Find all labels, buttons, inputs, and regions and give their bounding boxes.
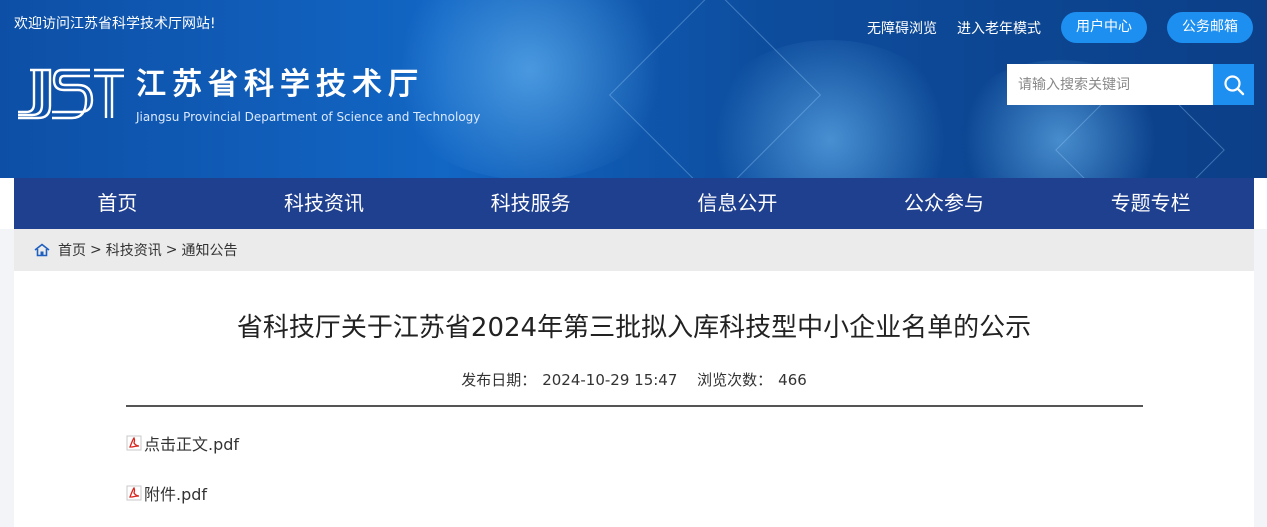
search-button[interactable] xyxy=(1213,64,1254,105)
attachment-main-label: 点击正文.pdf xyxy=(144,435,240,454)
logo-subtitle: Jiangsu Provincial Department of Science… xyxy=(136,110,481,124)
logo-text: 江苏省科学技术厅 Jiangsu Provincial Department o… xyxy=(136,66,480,124)
view-count: 466 xyxy=(778,371,807,389)
publish-date-label: 发布日期： xyxy=(461,371,537,389)
search-icon xyxy=(1223,74,1244,95)
nav-item-topics[interactable]: 专题专栏 xyxy=(1047,178,1254,229)
jst-logo-icon xyxy=(18,68,124,120)
top-links: 无障碍浏览 进入老年模式 用户中心 公务邮箱 xyxy=(867,12,1253,43)
divider xyxy=(126,405,1143,407)
pdf-icon xyxy=(126,485,142,501)
main-nav: 首页 科技资讯 科技服务 信息公开 公众参与 专题专栏 xyxy=(14,178,1254,229)
nav-item-services[interactable]: 科技服务 xyxy=(427,178,634,229)
page-background-right xyxy=(1254,229,1267,527)
search-box xyxy=(1007,64,1254,105)
welcome-text: 欢迎访问江苏省科学技术厅网站! xyxy=(14,16,216,32)
breadcrumb-separator: > xyxy=(90,242,102,258)
elderly-mode-link[interactable]: 进入老年模式 xyxy=(957,18,1041,38)
search-input[interactable] xyxy=(1007,64,1213,105)
nav-item-disclosure[interactable]: 信息公开 xyxy=(634,178,841,229)
home-icon xyxy=(34,243,50,257)
accessibility-link[interactable]: 无障碍浏览 xyxy=(867,18,937,38)
view-count-label: 浏览次数： xyxy=(697,371,773,389)
breadcrumb-separator: > xyxy=(165,242,178,258)
attachment-appendix-label: 附件.pdf xyxy=(144,485,208,504)
user-center-button[interactable]: 用户中心 xyxy=(1061,12,1147,43)
attachment-appendix[interactable]: 附件.pdf xyxy=(126,481,207,505)
logo-title: 江苏省科学技术厅 xyxy=(136,67,424,102)
breadcrumb-news[interactable]: 科技资讯 xyxy=(106,240,162,260)
nav-item-participation[interactable]: 公众参与 xyxy=(841,178,1048,229)
breadcrumb: 首页 > 科技资讯 > 通知公告 xyxy=(14,229,1254,271)
article-title: 省科技厅关于江苏省2024年第三批拟入库科技型中小企业名单的公示 xyxy=(236,313,1032,343)
pdf-icon xyxy=(126,435,142,451)
attachment-main[interactable]: 点击正文.pdf xyxy=(126,431,239,455)
nav-item-news[interactable]: 科技资讯 xyxy=(221,178,428,229)
article-meta: 发布日期： 2024-10-29 15:47 浏览次数： 466 xyxy=(14,369,1254,390)
site-logo[interactable]: 江苏省科学技术厅 Jiangsu Provincial Department o… xyxy=(16,64,480,126)
page-background-left xyxy=(0,229,14,527)
nav-item-home[interactable]: 首页 xyxy=(14,178,221,229)
breadcrumb-home[interactable]: 首页 xyxy=(58,240,86,260)
header-banner: 欢迎访问江苏省科学技术厅网站! 无障碍浏览 进入老年模式 用户中心 公务邮箱 江… xyxy=(0,0,1267,178)
breadcrumb-notices[interactable]: 通知公告 xyxy=(181,240,237,260)
publish-date: 2024-10-29 15:47 xyxy=(542,371,678,389)
official-mail-button[interactable]: 公务邮箱 xyxy=(1167,12,1253,43)
article: 省科技厅关于江苏省2024年第三批拟入库科技型中小企业名单的公示 发布日期： 20… xyxy=(14,271,1254,527)
